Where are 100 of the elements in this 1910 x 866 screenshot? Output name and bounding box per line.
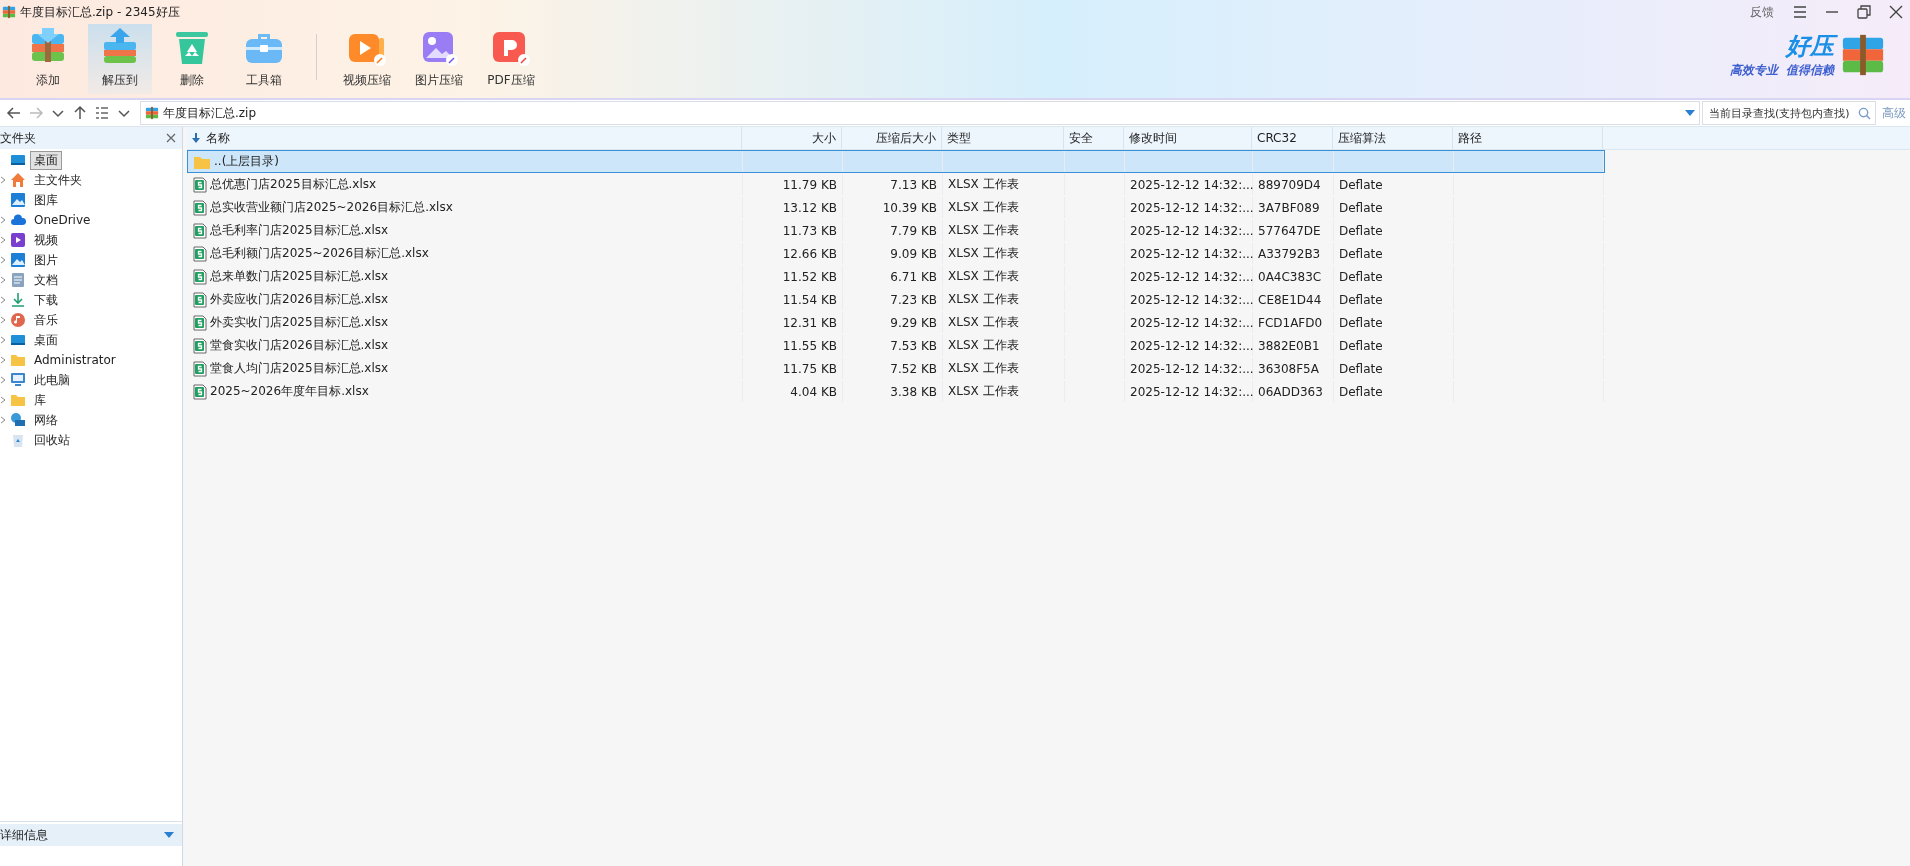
column-header[interactable]: 路径 bbox=[1453, 127, 1603, 149]
toolbar-button[interactable]: 添加 bbox=[16, 24, 80, 94]
desktop-icon bbox=[10, 332, 26, 348]
table-cell: 12.31 KB bbox=[782, 315, 837, 330]
folder-icon bbox=[10, 392, 26, 408]
table-cell: XLSX 工作表 bbox=[948, 383, 1019, 400]
toolbar-button[interactable]: 解压到 bbox=[88, 24, 152, 94]
spreadsheet-file-icon bbox=[193, 245, 207, 262]
tree-item[interactable]: 图片 bbox=[30, 250, 62, 270]
tree-item[interactable]: 下载 bbox=[30, 290, 62, 310]
column-header[interactable]: 压缩算法 bbox=[1333, 127, 1453, 149]
table-cell: Deflate bbox=[1339, 200, 1383, 215]
search-field[interactable]: 当前目录查找(支持包内查找) bbox=[1702, 101, 1876, 125]
file-name[interactable]: 外卖应收门店2026目标汇总.xlsx bbox=[210, 291, 389, 308]
table-cell: 12.66 KB bbox=[782, 246, 837, 261]
table-cell: 11.54 KB bbox=[782, 292, 837, 307]
gallery-icon bbox=[10, 252, 26, 268]
toolbar-button[interactable]: 图片压缩 bbox=[407, 24, 471, 94]
column-header[interactable]: 压缩后大小 bbox=[842, 127, 942, 149]
recycle-bin-icon bbox=[10, 432, 26, 448]
toolbar-button[interactable]: 视频压缩 bbox=[335, 24, 399, 94]
menu-icon[interactable] bbox=[1792, 4, 1808, 20]
restore-icon[interactable] bbox=[1856, 4, 1872, 20]
table-cell: Deflate bbox=[1339, 384, 1383, 399]
tree-item[interactable]: OneDrive bbox=[30, 212, 95, 228]
table-cell: Deflate bbox=[1339, 292, 1383, 307]
table-cell: 2025-12-12 14:32:... bbox=[1130, 384, 1254, 399]
table-cell: 11.52 KB bbox=[782, 269, 837, 284]
column-header[interactable]: 名称 bbox=[187, 127, 742, 149]
tree-item[interactable]: 此电脑 bbox=[30, 370, 74, 390]
table-cell: 11.79 KB bbox=[782, 177, 837, 192]
table-cell: 6.71 KB bbox=[890, 269, 937, 284]
table-cell: 3882E0B1 bbox=[1258, 338, 1320, 353]
table-cell: 9.29 KB bbox=[890, 315, 937, 330]
spreadsheet-file-icon bbox=[193, 383, 207, 400]
tree-item[interactable]: 主文件夹 bbox=[30, 170, 86, 190]
music-icon bbox=[10, 312, 26, 328]
table-cell: 3.38 KB bbox=[890, 384, 937, 399]
toolbar-button[interactable]: 工具箱 bbox=[232, 24, 296, 94]
table-cell: 36308F5A bbox=[1258, 361, 1319, 376]
table-cell: Deflate bbox=[1339, 246, 1383, 261]
file-name[interactable]: 总优惠门店2025目标汇总.xlsx bbox=[210, 176, 377, 193]
table-cell: 0A4C383C bbox=[1258, 269, 1322, 284]
feedback-link[interactable]: 反馈 bbox=[1750, 3, 1774, 21]
file-name[interactable]: 总毛利率门店2025目标汇总.xlsx bbox=[210, 222, 389, 239]
table-cell: 7.79 KB bbox=[890, 223, 937, 238]
archive-icon bbox=[145, 106, 159, 120]
spreadsheet-file-icon bbox=[193, 268, 207, 285]
file-name[interactable]: 总毛利额门店2025~2026目标汇总.xlsx bbox=[210, 245, 429, 262]
column-header[interactable]: 类型 bbox=[942, 127, 1064, 149]
spreadsheet-file-icon bbox=[193, 360, 207, 377]
table-cell: FCD1AFD0 bbox=[1258, 315, 1323, 330]
download-icon bbox=[10, 292, 26, 308]
collapse-caret-icon[interactable] bbox=[164, 832, 174, 838]
dropdown-caret-icon[interactable] bbox=[1685, 110, 1695, 116]
tree-item[interactable]: 库 bbox=[30, 390, 50, 410]
panel-title: 详细信息 bbox=[0, 826, 49, 844]
column-header[interactable]: 大小 bbox=[742, 127, 842, 149]
tree-item[interactable]: 网络 bbox=[30, 410, 62, 430]
file-name[interactable]: 总来单数门店2025目标汇总.xlsx bbox=[210, 268, 389, 285]
file-name[interactable]: 总实收营业额门店2025~2026目标汇总.xlsx bbox=[210, 199, 453, 216]
table-cell: 2025-12-12 14:32:... bbox=[1130, 315, 1254, 330]
column-header[interactable]: CRC32 bbox=[1252, 127, 1333, 149]
tree-item[interactable]: 图库 bbox=[30, 190, 62, 210]
table-cell: 11.73 KB bbox=[782, 223, 837, 238]
close-icon[interactable] bbox=[1888, 4, 1904, 20]
table-cell: Deflate bbox=[1339, 223, 1383, 238]
file-name[interactable]: 外卖实收门店2025目标汇总.xlsx bbox=[210, 314, 389, 331]
table-cell: 3A7BF089 bbox=[1258, 200, 1320, 215]
tree-item[interactable]: 桌面 bbox=[30, 150, 62, 170]
table-cell: 7.52 KB bbox=[890, 361, 937, 376]
table-cell: 2025-12-12 14:32:... bbox=[1130, 292, 1254, 307]
spreadsheet-file-icon bbox=[193, 176, 207, 193]
desktop-icon bbox=[10, 152, 26, 168]
tree-item[interactable]: 音乐 bbox=[30, 310, 62, 330]
toolbar-button[interactable]: PDF压缩 bbox=[479, 24, 543, 94]
toolbar-button[interactable]: 删除 bbox=[160, 24, 224, 94]
cloud-icon bbox=[10, 212, 26, 228]
tree-item[interactable]: 文档 bbox=[30, 270, 62, 290]
home-icon bbox=[10, 172, 26, 188]
table-cell: XLSX 工作表 bbox=[948, 176, 1019, 193]
table-cell: XLSX 工作表 bbox=[948, 222, 1019, 239]
column-header[interactable]: 修改时间 bbox=[1124, 127, 1252, 149]
brand-slogan: 高效专业 值得信赖 bbox=[1729, 62, 1834, 79]
app-logo-icon bbox=[2, 5, 16, 19]
column-header[interactable]: 安全 bbox=[1064, 127, 1124, 149]
search-icon[interactable] bbox=[1858, 106, 1871, 120]
file-name[interactable]: 堂食实收门店2026目标汇总.xlsx bbox=[210, 337, 389, 354]
address-field[interactable]: 年度目标汇总.zip bbox=[140, 101, 1700, 125]
table-cell: XLSX 工作表 bbox=[948, 268, 1019, 285]
tree-item[interactable]: Administrator bbox=[30, 352, 120, 368]
file-name[interactable]: ..(上层目录) bbox=[214, 153, 279, 170]
table-cell: 7.53 KB bbox=[890, 338, 937, 353]
file-name[interactable]: 堂食人均门店2025目标汇总.xlsx bbox=[210, 360, 389, 377]
file-name[interactable]: 2025~2026年度年目标.xlsx bbox=[210, 383, 369, 400]
tree-item[interactable]: 回收站 bbox=[30, 430, 74, 450]
close-icon[interactable] bbox=[166, 133, 176, 143]
tree-item[interactable]: 视频 bbox=[30, 230, 62, 250]
document-icon bbox=[10, 272, 26, 288]
tree-item[interactable]: 桌面 bbox=[30, 330, 62, 350]
